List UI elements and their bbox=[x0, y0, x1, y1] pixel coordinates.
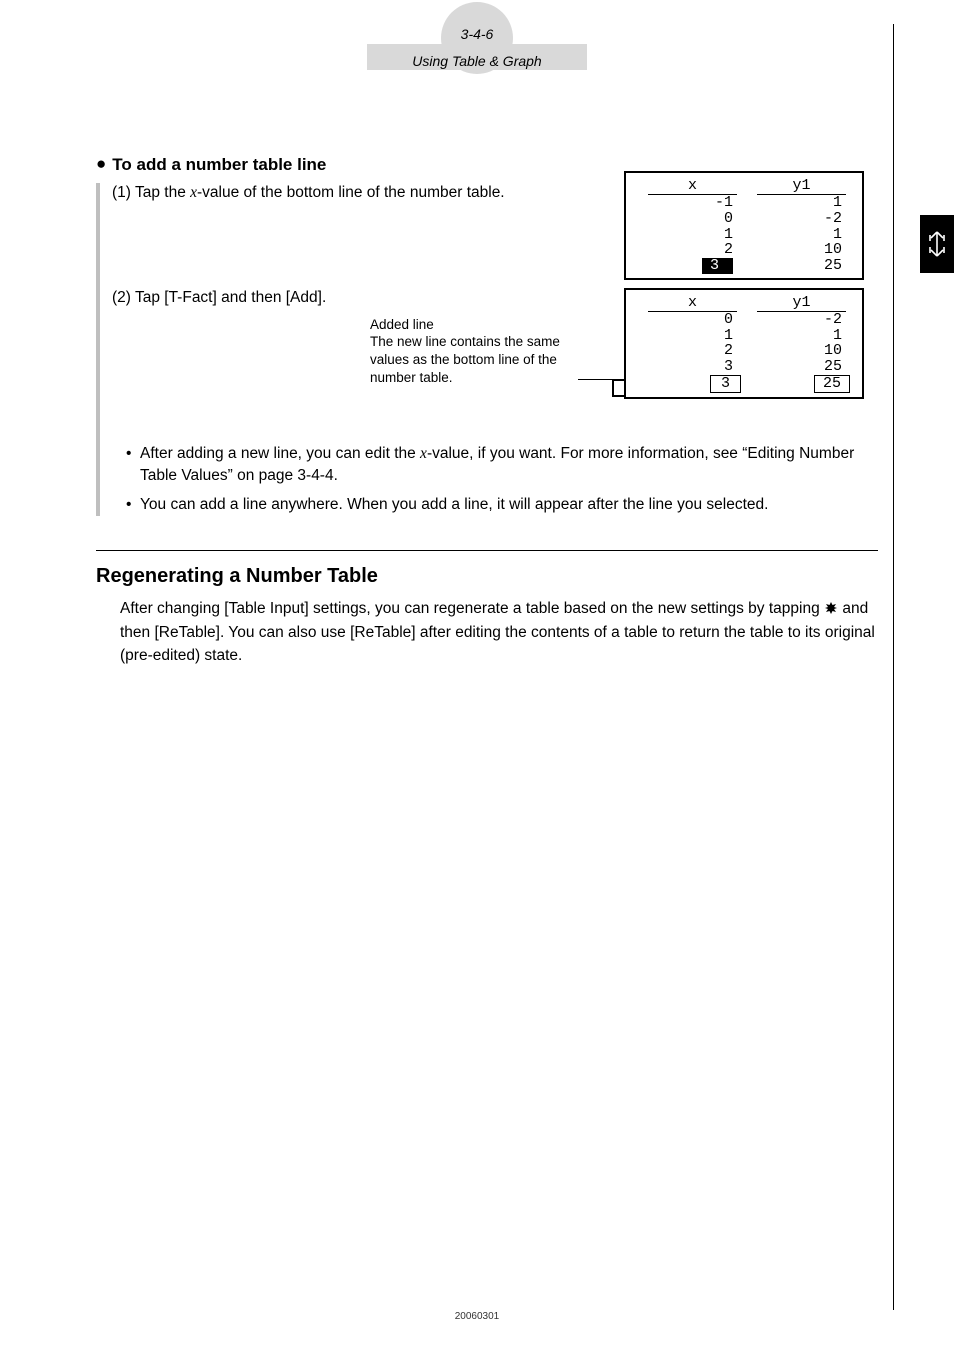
t2-r3-x: 3 bbox=[638, 359, 747, 375]
added-line-caption: Added line The new line contains the sam… bbox=[370, 316, 580, 386]
t2-r0-y: -2 bbox=[747, 312, 856, 328]
t2-r0-x: 0 bbox=[638, 312, 747, 328]
t2-r4-y: 25 bbox=[747, 375, 856, 393]
t2-r4-x: 3 bbox=[638, 375, 747, 393]
note1-a: After adding a new line, you can edit th… bbox=[140, 445, 420, 462]
step1-prefix: (1) Tap the bbox=[112, 184, 190, 201]
step1-suffix: -value of the bottom line of the number … bbox=[197, 184, 505, 201]
content-column: ● To add a number table line (1) Tap the … bbox=[96, 150, 878, 667]
footer-id: 20060301 bbox=[0, 1311, 954, 1322]
t1-r2-y: 1 bbox=[747, 227, 856, 243]
t1-r3-x: 2 bbox=[638, 242, 747, 258]
t2-hx: x bbox=[638, 294, 747, 311]
caption-l2: The new line contains the same values as… bbox=[370, 333, 580, 386]
t1-r2-x: 1 bbox=[638, 227, 747, 243]
page-margin-rule bbox=[893, 24, 894, 1310]
step-1: (1) Tap the x-value of the bottom line o… bbox=[112, 183, 878, 204]
header-badge: 3-4-6 Using Table & Graph bbox=[367, 20, 587, 70]
step-1-text: (1) Tap the x-value of the bottom line o… bbox=[112, 183, 505, 204]
t2-r1-x: 1 bbox=[638, 328, 747, 344]
header-pagenum: 3-4-6 bbox=[367, 26, 587, 42]
t1-hy: y1 bbox=[747, 177, 856, 194]
side-tab-icon bbox=[920, 215, 954, 273]
t1-r0-y: 1 bbox=[747, 195, 856, 211]
section-divider bbox=[96, 550, 878, 551]
section2-heading: Regenerating a Number Table bbox=[96, 565, 878, 588]
caption-l1: Added line bbox=[370, 316, 580, 334]
t1-r1-x: 0 bbox=[638, 211, 747, 227]
t2-r2-x: 2 bbox=[638, 343, 747, 359]
step1-var: x bbox=[190, 184, 197, 201]
t1-r3-y: 10 bbox=[747, 242, 856, 258]
bullet-icon: ● bbox=[96, 154, 106, 173]
step-2-text: (2) Tap [T-Fact] and then [Add]. bbox=[112, 288, 326, 309]
t1-r1-y: -2 bbox=[747, 211, 856, 227]
page-header: 3-4-6 Using Table & Graph bbox=[0, 20, 954, 71]
s2-body-a: After changing [Table Input] settings, y… bbox=[120, 600, 824, 617]
note-2: • You can add a line anywhere. When you … bbox=[126, 494, 878, 516]
t1-hx: x bbox=[638, 177, 747, 194]
notes-block: • After adding a new line, you can edit … bbox=[112, 443, 878, 516]
header-title: Using Table & Graph bbox=[367, 44, 587, 80]
maple-icon bbox=[824, 600, 838, 622]
t2-r1-y: 1 bbox=[747, 328, 856, 344]
t1-r4-y: 25 bbox=[747, 258, 856, 274]
step-2: (2) Tap [T-Fact] and then [Add]. Added l… bbox=[112, 288, 878, 309]
bullet-icon: • bbox=[126, 494, 140, 516]
t2-r2-y: 10 bbox=[747, 343, 856, 359]
t2-r3-y: 25 bbox=[747, 359, 856, 375]
t2-hy: y1 bbox=[747, 294, 856, 311]
number-table-1: xy1 -11 0-2 11 210 325 bbox=[624, 171, 864, 280]
t1-r0-x: -1 bbox=[638, 195, 747, 211]
note-1: • After adding a new line, you can edit … bbox=[126, 443, 878, 486]
note1-var: x bbox=[420, 445, 427, 462]
section-heading-text: To add a number table line bbox=[112, 155, 326, 174]
section2-body: After changing [Table Input] settings, y… bbox=[120, 598, 878, 667]
t1-r4-x: 3 bbox=[638, 258, 747, 274]
bullet-icon: • bbox=[126, 443, 140, 486]
number-table-2: xy1 0-2 11 210 325 325 bbox=[624, 288, 864, 399]
header-bar: Using Table & Graph bbox=[367, 44, 587, 70]
table-scroll-tab bbox=[612, 379, 624, 397]
note2-text: You can add a line anywhere. When you ad… bbox=[140, 494, 768, 516]
procedure-box: (1) Tap the x-value of the bottom line o… bbox=[96, 183, 878, 516]
